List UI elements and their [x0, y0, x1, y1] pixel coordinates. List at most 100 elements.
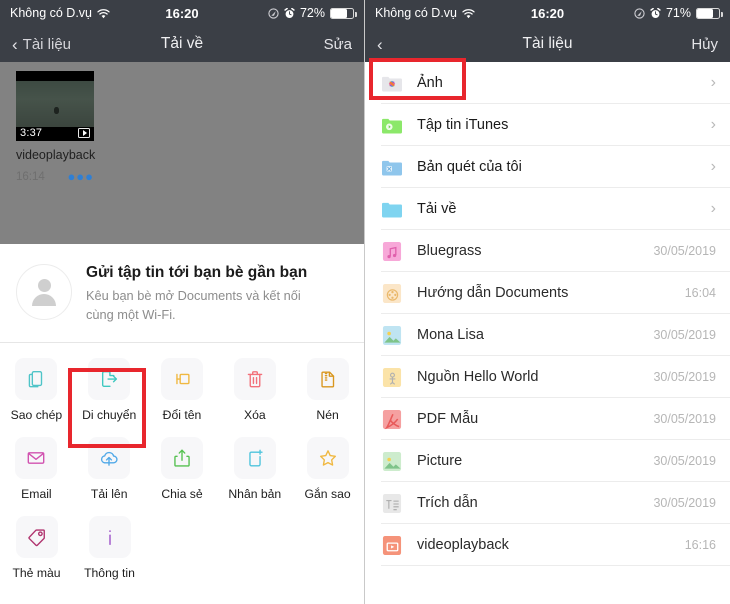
action-label: Gắn sao — [304, 487, 351, 502]
share-title: Gửi tập tin tới bạn bè gần bạn — [86, 264, 308, 281]
image-file-icon — [381, 450, 403, 472]
right-panel: Không có D.vụ 16:20 71% ‹ Tài liệu Hủy Ả… — [365, 0, 730, 604]
action-button-tag[interactable]: Thẻ màu — [0, 511, 73, 590]
battery-icon — [696, 7, 723, 19]
file-card-time: 16:14 — [16, 171, 45, 183]
list-item-date: 30/05/2019 — [653, 412, 716, 426]
wifi-icon — [97, 8, 110, 19]
action-button-share[interactable]: Chia sẻ — [146, 432, 219, 511]
file-card-meta: 16:14 ●●● — [16, 170, 94, 183]
chevron-right-icon: › — [710, 158, 716, 175]
list-item[interactable]: Mona Lisa 30/05/2019 — [365, 314, 730, 356]
downloads-folder-icon — [381, 198, 403, 220]
carrier-label: Không có D.vụ — [10, 6, 92, 20]
copy-icon — [15, 358, 58, 401]
action-label: Thẻ màu — [12, 566, 61, 581]
action-row-2: Email Tải lên Chia sẻ Nhân bản Gắn sao — [0, 432, 364, 511]
action-button-copy[interactable]: Sao chép — [0, 353, 73, 432]
action-button-info[interactable]: Thông tin — [73, 511, 146, 590]
back-button-label: Tài liệu — [22, 35, 72, 53]
battery-icon — [330, 7, 357, 19]
photos-folder-icon — [381, 72, 403, 94]
edit-button[interactable]: Sửa — [324, 36, 352, 53]
duplicate-icon — [233, 437, 276, 480]
action-label: Tải lên — [90, 487, 128, 502]
list-item-label: Nguồn Hello World — [417, 369, 539, 385]
music-file-icon — [381, 240, 403, 262]
scans-folder-icon — [381, 156, 403, 178]
tag-icon — [15, 516, 58, 559]
status-bar-indicators-right: 71% — [634, 6, 723, 20]
action-button-rename[interactable]: Đổi tên — [146, 353, 219, 432]
list-item[interactable]: Trích dẫn 30/05/2019 — [365, 482, 730, 524]
carrier-label: Không có D.vụ — [375, 6, 457, 20]
documents-guide-icon — [381, 282, 403, 304]
list-item-label: Mona Lisa — [417, 327, 484, 343]
list-item-date: 30/05/2019 — [653, 370, 716, 384]
action-label: Nén — [316, 408, 339, 423]
wifi-icon — [462, 8, 475, 19]
action-label: Thông tin — [84, 566, 135, 581]
video-duration-label: 3:37 — [20, 127, 43, 139]
file-card-name: videoplayback — [16, 148, 96, 162]
share-nearby-section: Gửi tập tin tới bạn bè gần bạn Kêu bạn b… — [0, 244, 364, 344]
chevron-right-icon: › — [710, 116, 716, 133]
list-item[interactable]: Bản quét của tôi › — [365, 146, 730, 188]
list-item[interactable]: Bluegrass 30/05/2019 — [365, 230, 730, 272]
status-bar-carrier-group-right: Không có D.vụ — [375, 6, 475, 20]
chevron-left-icon: ‹ — [377, 34, 383, 54]
cancel-button[interactable]: Hủy — [691, 36, 718, 53]
star-icon — [306, 437, 349, 480]
list-item[interactable]: Nguồn Hello World 30/05/2019 — [365, 356, 730, 398]
list-item[interactable]: Hướng dẫn Documents 16:04 — [365, 272, 730, 314]
action-label: Email — [21, 487, 52, 502]
left-panel: Không có D.vụ 16:20 72% ‹ Tài liệu Tải v… — [0, 0, 365, 604]
list-item-label: Picture — [417, 453, 463, 469]
action-button-trash[interactable]: Xóa — [218, 353, 291, 432]
action-button-envelope[interactable]: Email — [0, 432, 73, 511]
action-button-duplicate[interactable]: Nhân bản — [218, 432, 291, 511]
action-label: Đổi tên — [162, 408, 202, 423]
destination-file-list: Ảnh › Tập tin iTunes › Bản quét của tôi › Tải … — [365, 62, 730, 566]
action-label: Sao chép — [10, 408, 63, 423]
list-item[interactable]: Ảnh › — [365, 62, 730, 104]
status-bar-right: Không có D.vụ 16:20 71% — [365, 0, 730, 26]
file-card-videoplayback[interactable]: 3:37 videoplayback 16:14 ●●● — [16, 71, 96, 183]
list-item[interactable]: PDF Mẫu 30/05/2019 — [365, 398, 730, 440]
person-avatar-icon — [16, 264, 72, 320]
action-button-cloud-upload[interactable]: Tải lên — [73, 432, 146, 511]
list-item-label: Hướng dẫn Documents — [417, 285, 569, 301]
list-item-label: videoplayback — [417, 537, 509, 553]
chevron-left-icon: ‹ — [12, 34, 18, 54]
nav-bar-left: ‹ Tài liệu Tải về Sửa — [0, 26, 364, 62]
back-button-left[interactable]: ‹ Tài liệu — [12, 36, 71, 53]
action-label: Di chuyển — [82, 408, 137, 423]
more-dots-icon[interactable]: ●●● — [67, 170, 94, 183]
thumbnail-image — [16, 81, 94, 127]
video-thumbnail[interactable]: 3:37 — [16, 71, 94, 141]
status-bar-carrier-group: Không có D.vụ — [10, 6, 110, 20]
cloud-upload-icon — [88, 437, 131, 480]
list-item[interactable]: videoplayback 16:16 — [365, 524, 730, 566]
action-button-move[interactable]: Di chuyển — [73, 353, 146, 432]
source-file-icon — [381, 366, 403, 388]
list-item-label: PDF Mẫu — [417, 411, 479, 427]
back-button-right[interactable]: ‹ — [377, 36, 383, 53]
action-row-1: Sao chép Di chuyển Đổi tên Xóa Nén — [0, 353, 364, 432]
action-label: Nhân bản — [228, 487, 282, 502]
move-icon — [88, 358, 131, 401]
alarm-clock-icon — [650, 7, 661, 19]
list-item[interactable]: Picture 30/05/2019 — [365, 440, 730, 482]
action-label: Xóa — [243, 408, 266, 423]
list-item[interactable]: Tập tin iTunes › — [365, 104, 730, 146]
list-item-date: 30/05/2019 — [653, 328, 716, 342]
list-item-date: 30/05/2019 — [653, 244, 716, 258]
list-item-date: 16:04 — [684, 286, 716, 300]
play-badge-icon — [78, 128, 90, 138]
action-button-zip[interactable]: Nén — [291, 353, 364, 432]
list-item[interactable]: Tải về › — [365, 188, 730, 230]
dual-screenshot: Không có D.vụ 16:20 72% ‹ Tài liệu Tải v… — [0, 0, 730, 604]
action-button-star[interactable]: Gắn sao — [291, 432, 364, 511]
action-grid: Sao chép Di chuyển Đổi tên Xóa Nén Email Tải l… — [0, 343, 364, 591]
list-item-date: 30/05/2019 — [653, 496, 716, 510]
